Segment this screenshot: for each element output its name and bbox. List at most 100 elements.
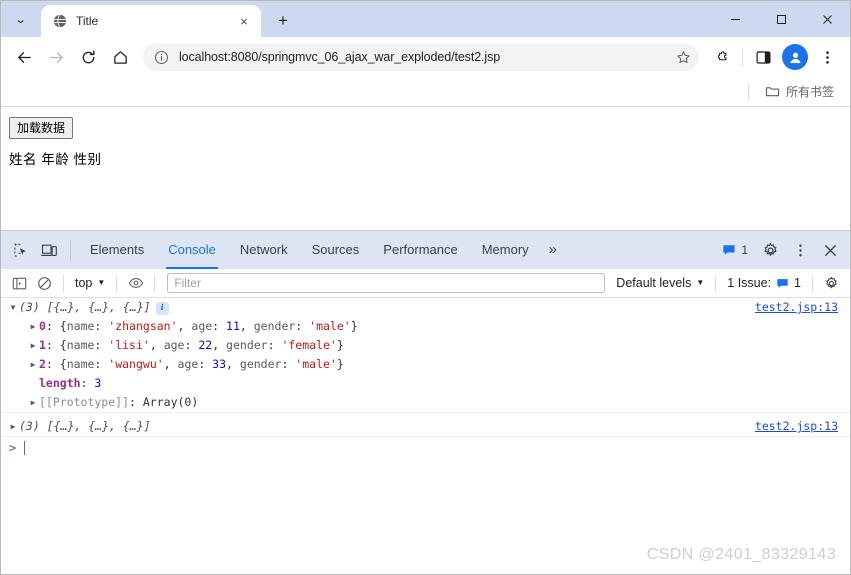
prop-value-age: 22	[198, 338, 213, 352]
avatar[interactable]	[782, 44, 808, 70]
tab-console[interactable]: Console	[156, 231, 228, 269]
array-count: (3)	[19, 419, 40, 433]
filterbar-divider-1	[63, 274, 64, 292]
address-bar-url: localhost:8080/springmvc_06_ajax_war_exp…	[179, 50, 501, 64]
inspect-cursor-icon[interactable]	[7, 236, 35, 264]
console-entry: ▼ (3) [{…}, {…}, {…}] i test2.jsp:13 ▶ 0:…	[1, 298, 850, 413]
load-data-button[interactable]: 加载数据	[9, 117, 74, 140]
console-entry-summary[interactable]: ▼ (3) [{…}, {…}, {…}] i test2.jsp:13	[1, 298, 850, 317]
side-panel-icon[interactable]	[748, 42, 778, 72]
devtools-close-icon[interactable]	[816, 236, 844, 264]
home-button[interactable]	[105, 42, 135, 72]
tab-close-button[interactable]: ×	[235, 12, 253, 30]
all-bookmarks-button[interactable]: 所有书签	[759, 80, 840, 103]
console-array-length-row: length: 3	[1, 374, 850, 393]
issues-counter[interactable]: 1	[716, 241, 754, 259]
console-entry-summary[interactable]: ▶ (3) [{…}, {…}, {…}] test2.jsp:13	[1, 417, 850, 437]
text-caret	[24, 441, 26, 455]
console-filter-input[interactable]	[167, 273, 606, 293]
tab-network[interactable]: Network	[228, 231, 300, 269]
eye-icon[interactable]	[123, 272, 148, 295]
tab-search-button[interactable]: ⌄	[7, 6, 35, 34]
console-settings-gear-icon[interactable]	[819, 272, 844, 295]
bookmarks-divider	[747, 83, 749, 100]
array-index: 1	[39, 338, 46, 352]
browser-toolbar: localhost:8080/springmvc_06_ajax_war_exp…	[1, 37, 850, 77]
prop-key-gender: gender	[253, 319, 296, 333]
window-minimize-button[interactable]	[712, 1, 758, 37]
expand-arrow-icon[interactable]: ▶	[27, 317, 39, 336]
prototype-key: [[Prototype]]	[39, 395, 130, 409]
console-levels-selector[interactable]: Default levels ▼	[611, 274, 709, 292]
console-array-item[interactable]: ▶ 1: {name: 'lisi', age: 22, gender: 'fe…	[1, 336, 850, 355]
sidebar-toggle-icon[interactable]	[7, 272, 32, 295]
new-tab-button[interactable]: +	[269, 6, 297, 34]
gear-icon[interactable]	[756, 236, 784, 264]
length-value: 3	[94, 376, 102, 390]
prop-key-name: name	[66, 357, 95, 371]
address-bar[interactable]: localhost:8080/springmvc_06_ajax_war_exp…	[143, 43, 699, 71]
folder-icon	[765, 84, 780, 99]
tab-elements[interactable]: Elements	[78, 231, 156, 269]
console-prototype-row[interactable]: ▶ [[Prototype]]: Array(0)	[1, 393, 850, 413]
tab-memory[interactable]: Memory	[470, 231, 541, 269]
star-icon[interactable]	[671, 45, 695, 69]
console-prompt[interactable]: >	[1, 437, 850, 459]
three-dots-vertical-icon[interactable]	[812, 42, 842, 72]
console-filter-bar: top ▼ Default levels ▼ 1 Issue:	[1, 269, 850, 298]
console-array-item[interactable]: ▶ 0: {name: 'zhangsan', age: 11, gender:…	[1, 317, 850, 336]
console-array-item[interactable]: ▶ 2: {name: 'wangwu', age: 33, gender: '…	[1, 355, 850, 374]
console-output[interactable]: ▼ (3) [{…}, {…}, {…}] i test2.jsp:13 ▶ 0:…	[1, 298, 850, 574]
window-maximize-button[interactable]	[758, 1, 804, 37]
prop-key-name: name	[66, 319, 95, 333]
table-headers-row: 姓名 年龄 性别	[9, 152, 102, 168]
prop-value-name: 'zhangsan'	[108, 319, 178, 333]
expand-arrow-icon[interactable]: ▶	[27, 393, 39, 412]
prop-value-gender: 'male'	[295, 357, 337, 371]
console-source-link[interactable]: test2.jsp:13	[755, 298, 838, 317]
more-tabs-button[interactable]: »	[541, 231, 563, 269]
prop-value-name: 'wangwu'	[108, 357, 164, 371]
prompt-chevron-icon: >	[9, 441, 17, 455]
array-index: 2	[39, 357, 46, 371]
tab-strip: ⌄ Title × +	[1, 1, 850, 37]
console-array-item-text: 2: {name: 'wangwu', age: 33, gender: 'ma…	[39, 357, 344, 371]
clear-console-icon[interactable]	[32, 272, 57, 295]
message-icon	[722, 243, 736, 257]
back-button[interactable]	[9, 42, 39, 72]
console-entry: ▶ (3) [{…}, {…}, {…}] test2.jsp:13	[1, 417, 850, 437]
info-circle-icon[interactable]	[151, 47, 171, 67]
console-issues-link[interactable]: 1 Issue: 1	[722, 274, 806, 292]
console-array-item-text: 0: {name: 'zhangsan', age: 11, gender: '…	[39, 319, 358, 333]
prop-key-gender: gender	[226, 338, 268, 352]
all-bookmarks-label: 所有书签	[785, 85, 834, 99]
expand-arrow-icon[interactable]: ▼	[7, 298, 19, 317]
array-count: (3)	[19, 300, 40, 314]
expand-arrow-icon[interactable]: ▶	[27, 336, 39, 355]
filterbar-divider-2	[116, 274, 118, 292]
forward-button[interactable]	[41, 42, 71, 72]
array-preview: [{…}, {…}, {…}]	[46, 300, 151, 314]
console-source-link[interactable]: test2.jsp:13	[755, 417, 838, 436]
message-icon	[776, 277, 789, 290]
tab-sources[interactable]: Sources	[300, 231, 372, 269]
tab-performance[interactable]: Performance	[371, 231, 469, 269]
browser-tab[interactable]: Title ×	[41, 5, 261, 37]
prop-value-gender: 'male'	[309, 319, 351, 333]
page-content: 加载数据 姓名 年龄 性别	[1, 107, 850, 230]
devtools-more-options-icon[interactable]	[786, 236, 814, 264]
reload-button[interactable]	[73, 42, 103, 72]
tab-title: Title	[76, 14, 99, 28]
expand-arrow-icon[interactable]: ▶	[7, 417, 19, 436]
device-toolbar-icon[interactable]	[35, 236, 63, 264]
window-close-button[interactable]	[804, 1, 850, 37]
array-index: 0	[39, 319, 46, 333]
expand-arrow-icon[interactable]: ▶	[27, 355, 39, 374]
filterbar-divider-3	[154, 274, 156, 292]
extensions-icon[interactable]	[707, 42, 737, 72]
info-badge-icon: i	[155, 302, 169, 315]
console-context-selector[interactable]: top ▼	[70, 274, 110, 292]
console-entry-text: (3) [{…}, {…}, {…}]	[19, 417, 850, 436]
prop-key-name: name	[66, 338, 95, 352]
prop-key-age: age	[177, 357, 199, 371]
